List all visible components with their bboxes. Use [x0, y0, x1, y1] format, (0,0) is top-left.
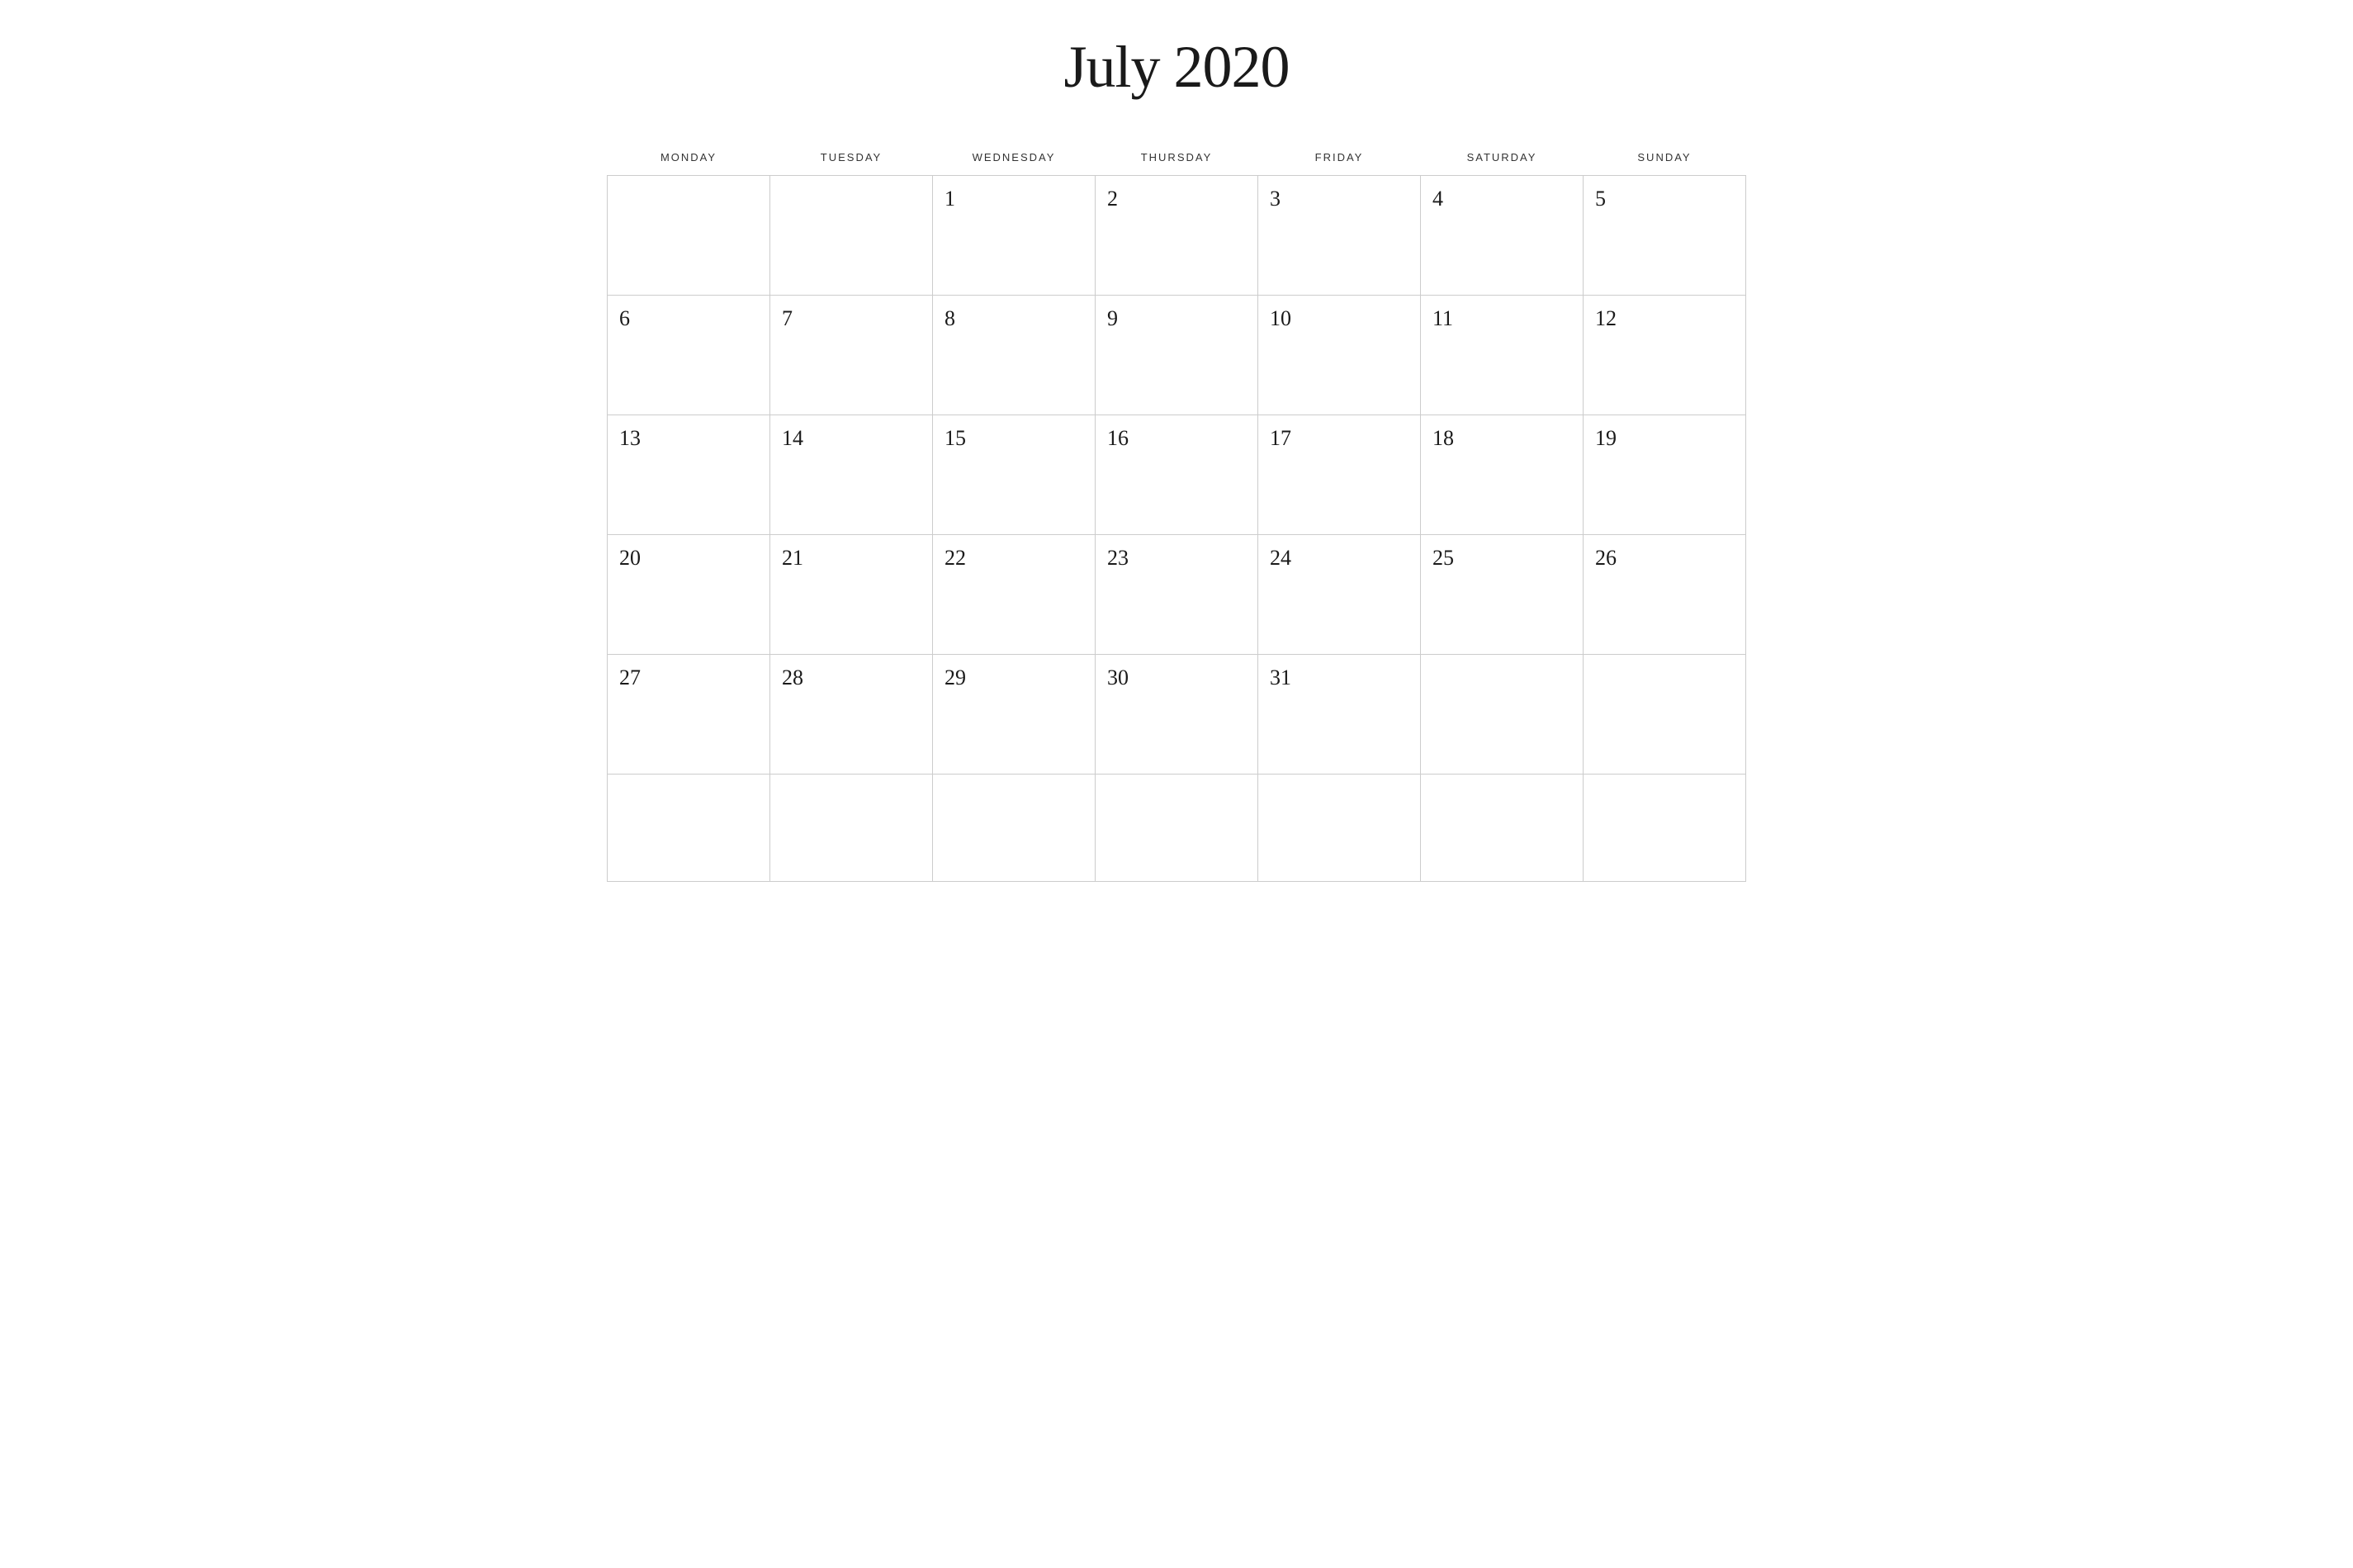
day-number: 3: [1270, 187, 1281, 211]
empty-cell: [770, 176, 933, 296]
calendar-title: July 2020: [1063, 33, 1289, 102]
calendar-day-9: 9: [1096, 296, 1258, 415]
calendar-day-24: 24: [1258, 535, 1421, 655]
day-number: 9: [1107, 306, 1118, 330]
day-number: 20: [619, 546, 641, 570]
day-header-thursday: THURSDAY: [1096, 143, 1258, 176]
calendar-day-25: 25: [1421, 535, 1584, 655]
calendar-container: MONDAYTUESDAYWEDNESDAYTHURSDAYFRIDAYSATU…: [607, 143, 1746, 882]
calendar-day-8: 8: [933, 296, 1096, 415]
calendar-table: MONDAYTUESDAYWEDNESDAYTHURSDAYFRIDAYSATU…: [607, 143, 1746, 882]
calendar-day-31: 31: [1258, 655, 1421, 775]
empty-cell: [1421, 655, 1584, 775]
day-header-tuesday: TUESDAY: [770, 143, 933, 176]
calendar-day-30: 30: [1096, 655, 1258, 775]
day-number: 25: [1432, 546, 1454, 570]
day-header-friday: FRIDAY: [1258, 143, 1421, 176]
day-number: 30: [1107, 666, 1129, 689]
calendar-day-18: 18: [1421, 415, 1584, 535]
day-number: 23: [1107, 546, 1129, 570]
calendar-day-10: 10: [1258, 296, 1421, 415]
week-row-5: 27 28 29 30 31: [608, 655, 1746, 775]
calendar-day-3: 3: [1258, 176, 1421, 296]
day-number: 12: [1595, 306, 1617, 330]
calendar-day-11: 11: [1421, 296, 1584, 415]
day-number: 27: [619, 666, 641, 689]
calendar-day-6: 6: [608, 296, 770, 415]
empty-cell: [608, 775, 770, 882]
empty-cell: [608, 176, 770, 296]
day-number: 5: [1595, 187, 1606, 211]
calendar-day-16: 16: [1096, 415, 1258, 535]
day-header-monday: MONDAY: [608, 143, 770, 176]
day-number: 13: [619, 426, 641, 450]
week-row-6: [608, 775, 1746, 882]
calendar-day-28: 28: [770, 655, 933, 775]
day-number: 15: [945, 426, 966, 450]
day-number: 24: [1270, 546, 1291, 570]
header-row: MONDAYTUESDAYWEDNESDAYTHURSDAYFRIDAYSATU…: [608, 143, 1746, 176]
empty-cell: [1584, 775, 1746, 882]
calendar-day-13: 13: [608, 415, 770, 535]
day-number: 7: [782, 306, 793, 330]
empty-cell: [1258, 775, 1421, 882]
day-header-wednesday: WEDNESDAY: [933, 143, 1096, 176]
empty-cell: [1096, 775, 1258, 882]
week-row-1: 1 2 3 4 5: [608, 176, 1746, 296]
day-number: 28: [782, 666, 803, 689]
calendar-day-27: 27: [608, 655, 770, 775]
day-number: 11: [1432, 306, 1453, 330]
calendar-day-23: 23: [1096, 535, 1258, 655]
calendar-day-14: 14: [770, 415, 933, 535]
calendar-day-15: 15: [933, 415, 1096, 535]
day-number: 2: [1107, 187, 1118, 211]
calendar-day-7: 7: [770, 296, 933, 415]
calendar-day-12: 12: [1584, 296, 1746, 415]
calendar-day-29: 29: [933, 655, 1096, 775]
calendar-day-4: 4: [1421, 176, 1584, 296]
day-number: 17: [1270, 426, 1291, 450]
calendar-day-2: 2: [1096, 176, 1258, 296]
day-number: 22: [945, 546, 966, 570]
day-header-sunday: SUNDAY: [1584, 143, 1746, 176]
empty-cell: [933, 775, 1096, 882]
day-number: 1: [945, 187, 955, 211]
calendar-day-17: 17: [1258, 415, 1421, 535]
calendar-day-26: 26: [1584, 535, 1746, 655]
calendar-day-1: 1: [933, 176, 1096, 296]
calendar-day-22: 22: [933, 535, 1096, 655]
day-number: 4: [1432, 187, 1443, 211]
day-number: 21: [782, 546, 803, 570]
calendar-day-5: 5: [1584, 176, 1746, 296]
empty-cell: [1421, 775, 1584, 882]
day-number: 8: [945, 306, 955, 330]
day-number: 31: [1270, 666, 1291, 689]
day-number: 29: [945, 666, 966, 689]
day-number: 26: [1595, 546, 1617, 570]
week-row-2: 6 7 8 9 10 11 12: [608, 296, 1746, 415]
day-number: 19: [1595, 426, 1617, 450]
calendar-day-21: 21: [770, 535, 933, 655]
day-number: 6: [619, 306, 630, 330]
calendar-day-19: 19: [1584, 415, 1746, 535]
day-number: 10: [1270, 306, 1291, 330]
empty-cell: [770, 775, 933, 882]
calendar-day-20: 20: [608, 535, 770, 655]
day-header-saturday: SATURDAY: [1421, 143, 1584, 176]
empty-cell: [1584, 655, 1746, 775]
week-row-3: 13 14 15 16 17 18 19: [608, 415, 1746, 535]
day-number: 14: [782, 426, 803, 450]
week-row-4: 20 21 22 23 24 25 26: [608, 535, 1746, 655]
day-number: 18: [1432, 426, 1454, 450]
day-number: 16: [1107, 426, 1129, 450]
